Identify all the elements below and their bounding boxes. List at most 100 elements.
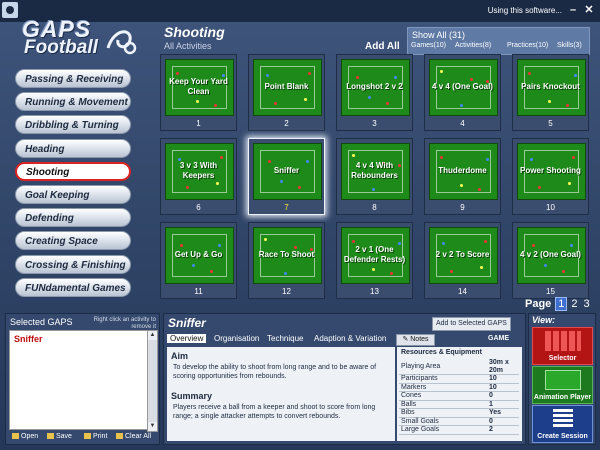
- add-to-selected-button[interactable]: Add to Selected GAPS: [432, 317, 511, 331]
- table-row: Balls 1: [399, 400, 519, 409]
- activity-tile[interactable]: Sniffer 7: [248, 138, 325, 215]
- filter-skills[interactable]: Skills(3): [557, 42, 582, 49]
- page-2-button[interactable]: 2: [569, 298, 579, 310]
- filter-games[interactable]: Games(10): [411, 42, 446, 49]
- activity-number: 9: [460, 203, 465, 212]
- selected-gaps-list[interactable]: Sniffer: [9, 330, 148, 430]
- activity-name: 2 v 1 (One Defender Rests): [343, 244, 406, 264]
- save-button[interactable]: Save: [47, 433, 72, 440]
- clear-all-button[interactable]: Clear All: [116, 433, 151, 440]
- list-item[interactable]: Sniffer: [14, 334, 43, 344]
- clear-all-label: Clear All: [125, 433, 152, 440]
- table-row: Participants 10: [399, 374, 519, 384]
- show-all-link[interactable]: Show All (31): [412, 30, 465, 40]
- resource-value: 10: [487, 383, 519, 392]
- aim-heading: Aim: [171, 351, 189, 361]
- section-subtitle: All Activities: [164, 41, 212, 51]
- activity-tile[interactable]: Race To Shoot 12: [248, 222, 325, 299]
- filter-panel: Show All (31) Games(10) Activities(8) Pr…: [407, 27, 590, 55]
- resource-label: Playing Area: [399, 359, 487, 375]
- pagination: Page 1 2 3: [525, 297, 593, 311]
- disk-icon: [47, 433, 54, 440]
- table-row: Cones 0: [399, 391, 519, 401]
- notes-button[interactable]: ✎ Notes: [396, 334, 435, 346]
- resource-value: 1: [487, 400, 519, 409]
- activity-tile[interactable]: Keep Your Yard Clean 1: [160, 54, 237, 131]
- animation-player-button[interactable]: Animation Player: [532, 366, 593, 404]
- selected-gaps-panel: Selected GAPS Right click an activity to…: [5, 313, 160, 445]
- activity-detail-panel: Sniffer Add to Selected GAPS Overview Or…: [163, 313, 526, 445]
- resource-label: Cones: [399, 391, 487, 401]
- pitch-icon: [545, 370, 581, 390]
- tab-adaption-variation[interactable]: Adaption & Variation: [314, 334, 386, 343]
- resource-label: Markers: [399, 383, 487, 392]
- scroll-down-icon[interactable]: ▼: [148, 422, 157, 431]
- page-1-button[interactable]: 1: [555, 297, 568, 311]
- close-button[interactable]: ✕: [582, 2, 596, 18]
- detail-tabs: Overview Organisation Technique Adaption…: [167, 334, 522, 345]
- selected-gaps-hint: Right click an activity to remove it: [93, 317, 156, 330]
- resource-label: Bibs: [399, 408, 487, 418]
- selector-view-button[interactable]: Selector: [532, 327, 593, 365]
- activity-tile[interactable]: 3 v 3 With Keepers 6: [160, 138, 237, 215]
- category-defending[interactable]: Defending: [15, 208, 131, 228]
- clear-icon: [116, 433, 123, 440]
- activity-name: Get Up & Go: [174, 249, 223, 259]
- resources-panel: Resources & Equipment Playing Area 30m x …: [397, 347, 522, 441]
- open-button[interactable]: Open: [12, 433, 38, 440]
- resources-heading: Resources & Equipment: [401, 349, 482, 356]
- category-shooting[interactable]: Shooting: [15, 161, 131, 181]
- category-dribbling-turning[interactable]: Dribbling & Turning: [15, 115, 131, 135]
- activity-tile[interactable]: Thuderdome 9: [424, 138, 501, 215]
- minimize-button[interactable]: –: [566, 2, 580, 18]
- category-crossing-finishing[interactable]: Crossing & Finishing: [15, 254, 131, 274]
- category-heading[interactable]: Heading: [15, 138, 131, 158]
- resource-label: Balls: [399, 400, 487, 409]
- activity-number: 13: [370, 287, 379, 296]
- activity-tile[interactable]: Longshot 2 v 2 3: [336, 54, 413, 131]
- category-running-movement[interactable]: Running & Movement: [15, 92, 131, 112]
- activity-name: 4 v 2 (One Goal): [520, 249, 581, 259]
- window-title[interactable]: Using this software...: [488, 6, 562, 15]
- activity-name: 4 v 4 With Rebounders: [351, 160, 398, 180]
- filter-activities[interactable]: Activities(8): [455, 42, 491, 49]
- category-fundamental-games[interactable]: FUNdamental Games: [15, 277, 131, 297]
- category-creating-space[interactable]: Creating Space: [15, 231, 131, 251]
- tab-organisation[interactable]: Organisation: [214, 334, 259, 343]
- tab-technique[interactable]: Technique: [267, 334, 303, 343]
- activity-name: Keep Your Yard Clean: [169, 76, 228, 96]
- gaps-football-logo: GAPS Football: [22, 16, 137, 62]
- notes-label: Notes: [410, 336, 429, 343]
- print-button[interactable]: Print: [84, 433, 107, 440]
- activity-name: 2 v 2 To Score: [435, 249, 490, 259]
- view-title: View:: [532, 315, 556, 325]
- table-row: Small Goals 0: [399, 417, 519, 426]
- activity-tile[interactable]: Get Up & Go 11: [160, 222, 237, 299]
- activity-tile[interactable]: Pairs Knockout 5: [512, 54, 589, 131]
- activity-tile[interactable]: 4 v 4 With Rebounders 8: [336, 138, 413, 215]
- activity-number: 4: [460, 119, 465, 128]
- logo-swirl-icon: [106, 30, 137, 55]
- category-passing-receiving[interactable]: Passing & Receiving: [15, 69, 131, 88]
- selected-gaps-title: Selected GAPS: [10, 317, 73, 327]
- activity-tile[interactable]: Point Blank 2: [248, 54, 325, 131]
- activity-number: 11: [194, 287, 203, 296]
- page-3-button[interactable]: 3: [582, 298, 592, 310]
- tab-overview[interactable]: Overview: [167, 334, 207, 343]
- activity-tile[interactable]: 2 v 1 (One Defender Rests) 13: [336, 222, 413, 299]
- activity-tile[interactable]: 4 v 2 (One Goal) 15: [512, 222, 589, 299]
- scrollbar[interactable]: ▲ ▼: [147, 330, 158, 432]
- add-all-button[interactable]: Add All: [365, 41, 400, 52]
- activity-tile[interactable]: 2 v 2 To Score 14: [424, 222, 501, 299]
- category-goal-keeping[interactable]: Goal Keeping: [15, 184, 131, 204]
- activity-tile[interactable]: 4 v 4 (One Goal) 4: [424, 54, 501, 131]
- create-session-button[interactable]: Create Session: [532, 405, 593, 443]
- detail-title: Sniffer: [168, 316, 206, 330]
- filter-practices[interactable]: Practices(10): [507, 42, 548, 49]
- scroll-up-icon[interactable]: ▲: [148, 331, 157, 340]
- activity-number: 14: [458, 287, 467, 296]
- activity-name: Race To Shoot: [258, 249, 315, 259]
- activity-name: Sniffer: [273, 165, 300, 175]
- activity-tile[interactable]: Power Shooting 10: [512, 138, 589, 215]
- view-panel: View: Selector Animation Player Create S…: [528, 313, 596, 445]
